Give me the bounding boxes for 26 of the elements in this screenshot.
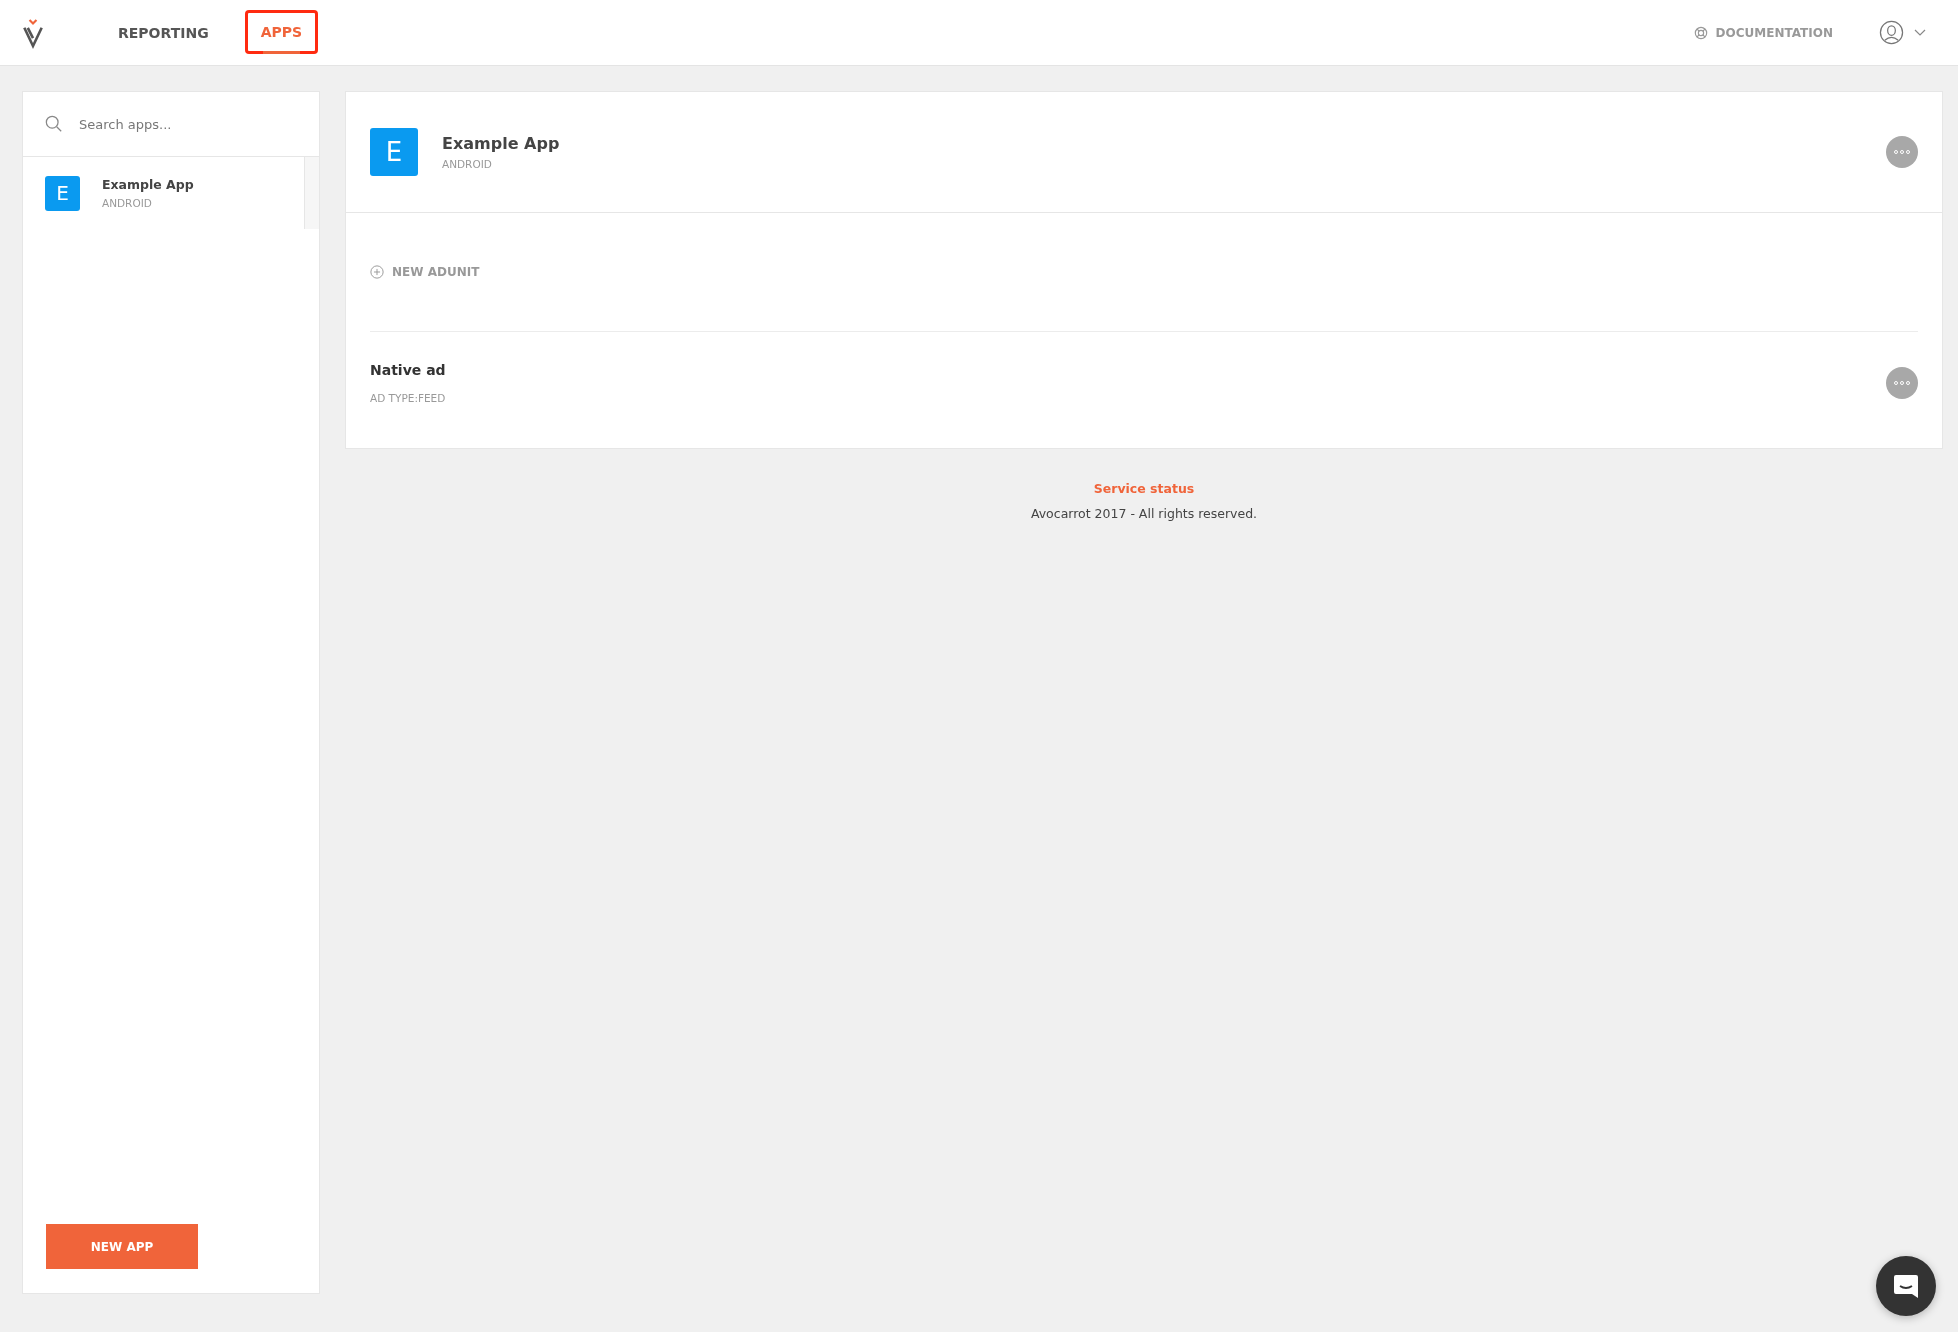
ad-unit-name: Native ad [370,362,447,378]
documentation-link[interactable]: DOCUMENTATION [1693,25,1833,40]
scrollbar[interactable] [304,157,319,229]
nav-tab[interactable]: REPORTING [112,0,215,66]
app-platform: ANDROID [442,158,493,170]
nav-tab[interactable]: APPS [244,9,319,54]
lifebuoy-icon [1693,25,1708,40]
app-avatar: E [45,175,80,211]
app-list-item[interactable]: E Example App ANDROID [23,157,304,229]
ad-unit-type: AD TYPE:FEED [370,392,447,404]
new-app-button[interactable]: NEW APP [46,1224,198,1269]
more-options-button[interactable] [1886,136,1918,168]
copyright-text: Avocarrot 2017 - All rights reserved. [1030,506,1258,521]
app-avatar: E [370,128,418,176]
app-name: Example App [102,177,194,192]
plus-circle-icon [370,265,384,279]
service-status-link[interactable]: Service status [1093,481,1195,496]
app-platform: ANDROID [102,197,153,209]
chat-button[interactable] [1876,1256,1936,1316]
search-icon [45,115,63,133]
user-menu-button[interactable] [1879,20,1926,45]
more-options-button[interactable] [1886,367,1918,399]
new-adunit-button[interactable]: NEW ADUNIT [370,265,480,279]
user-avatar-icon [1879,20,1904,45]
app-title: Example App [442,134,560,153]
chevron-down-icon [1914,28,1926,37]
